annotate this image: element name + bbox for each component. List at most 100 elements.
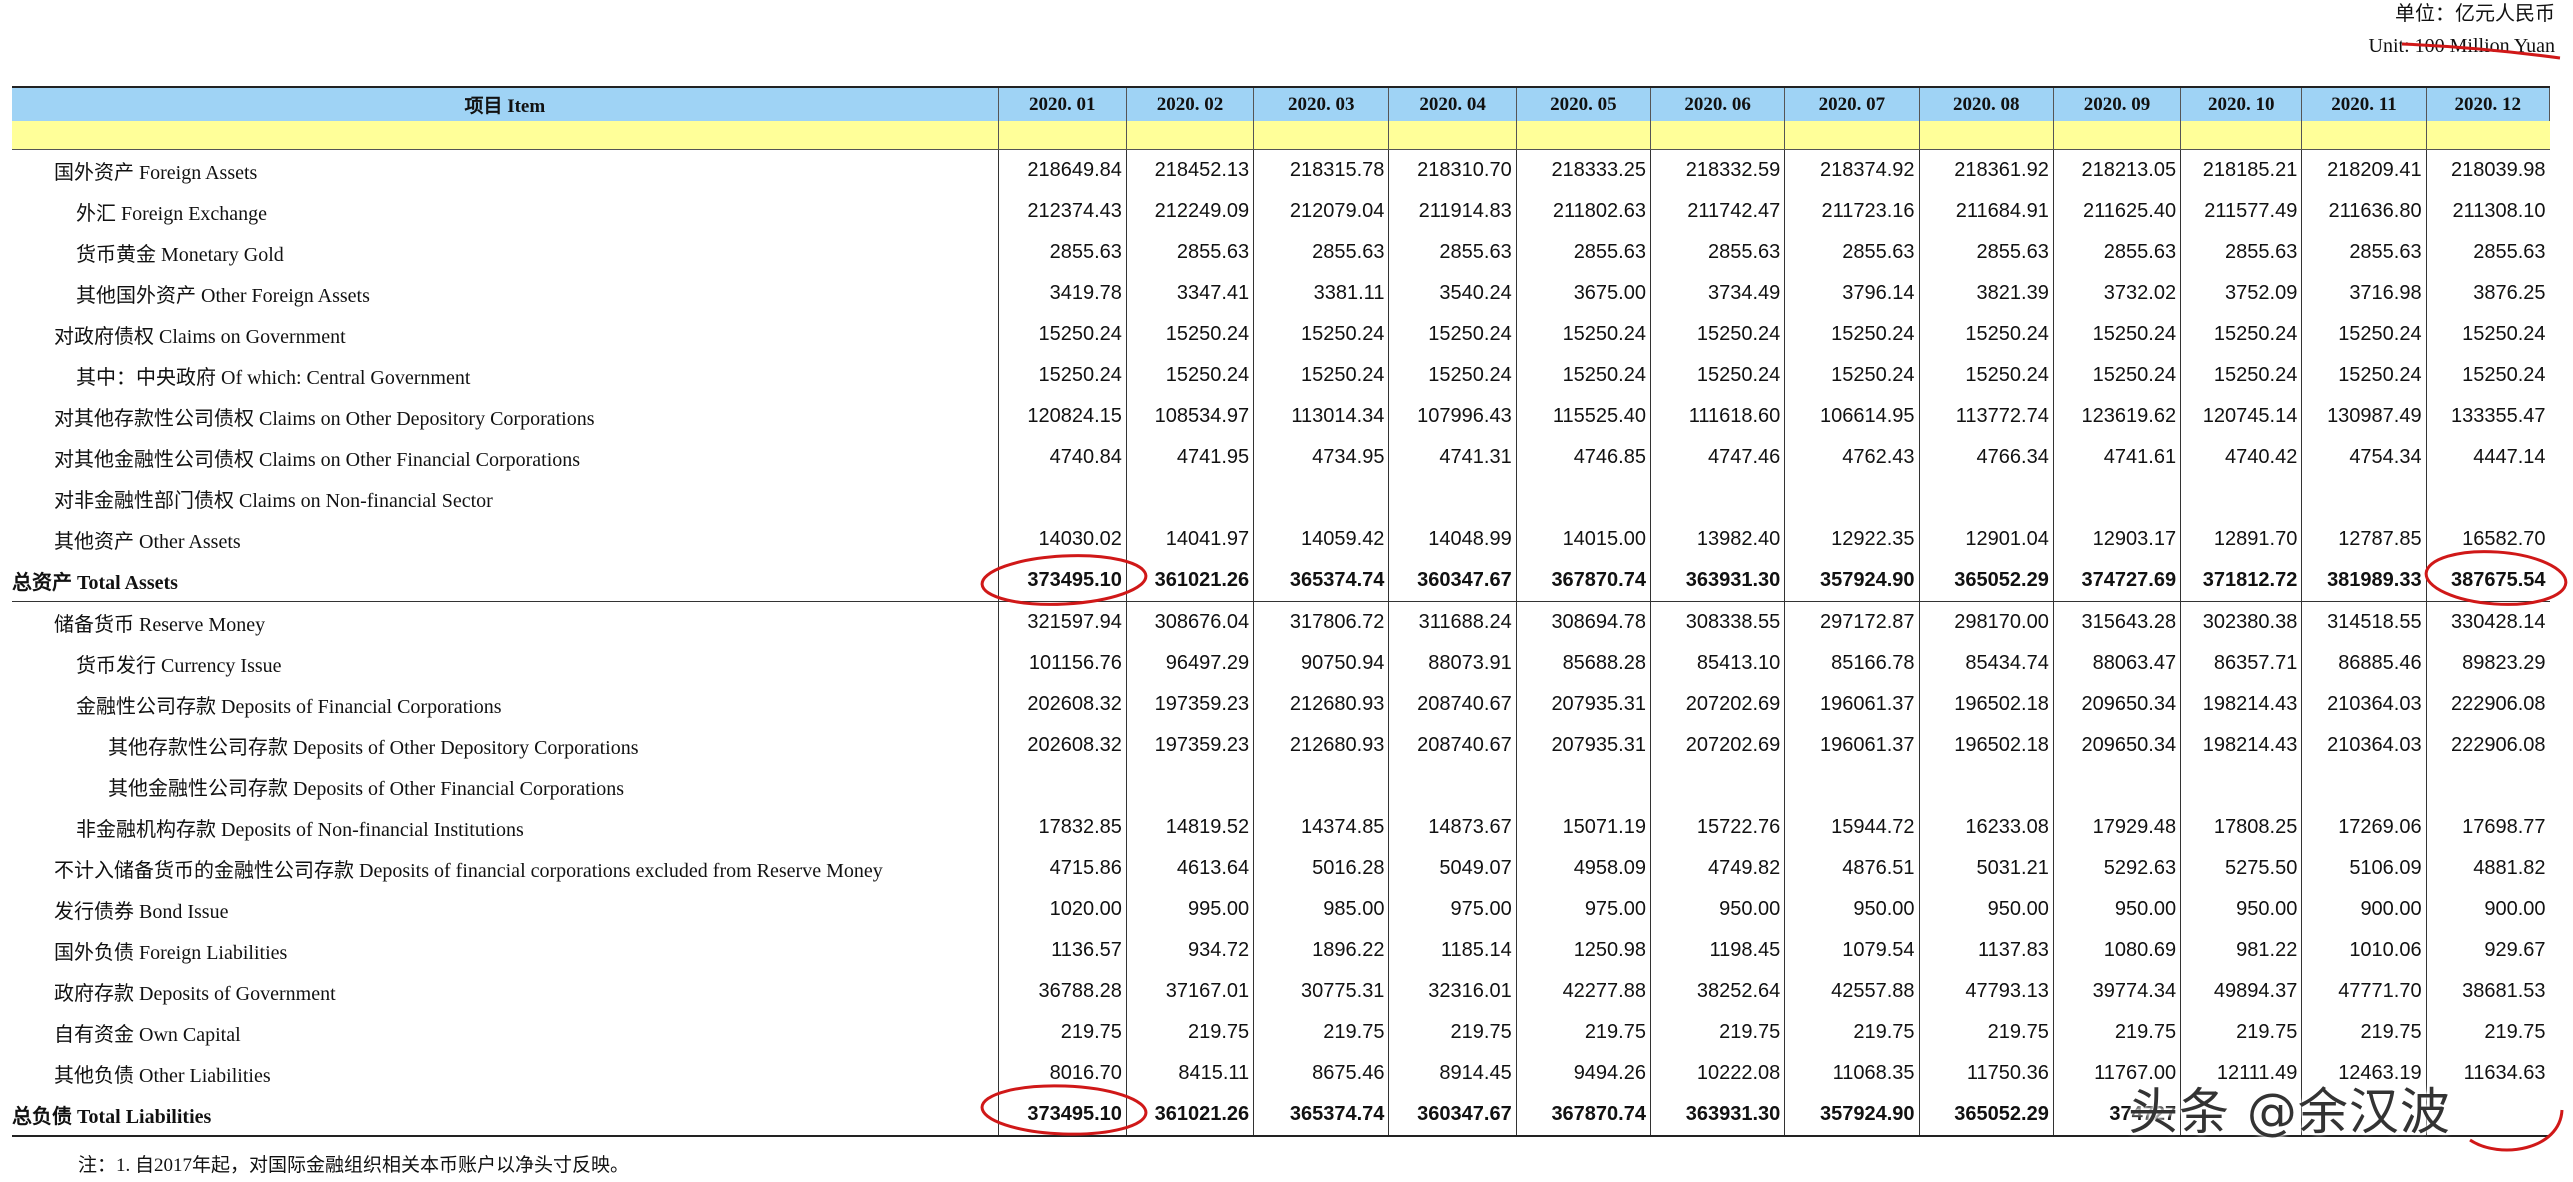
- value-cell: 16582.70: [2425, 519, 2550, 560]
- table-row: 金融性公司存款 Deposits of Financial Corporatio…: [12, 684, 2550, 725]
- item-column-header: 项目 Item: [12, 86, 999, 121]
- value-cell: 5049.07: [1388, 848, 1517, 889]
- value-cell: 2855.63: [1784, 232, 1920, 273]
- value-cell: 373495.10: [997, 1094, 1127, 1137]
- value-cell: 5275.50: [2180, 848, 2302, 889]
- value-cell: 4447.14: [2425, 437, 2550, 478]
- value-cell: 15250.24: [1515, 355, 1651, 396]
- spacer-cell: [1125, 121, 1254, 150]
- value-cell: 1080.69: [2052, 930, 2181, 971]
- month-header: 2020. 03: [1253, 86, 1390, 121]
- value-cell: 15250.24: [2180, 355, 2302, 396]
- value-cell: 14041.97: [1125, 519, 1254, 560]
- value-cell: 5292.63: [2052, 848, 2181, 889]
- value-cell: [2180, 478, 2302, 519]
- total-row: 总资产 Total Assets 373495.10 361021.26 365374…: [12, 560, 2550, 602]
- value-cell: 222906.08: [2425, 725, 2550, 766]
- value-cell: [2180, 766, 2302, 807]
- table-row: 政府存款 Deposits of Government 36788.28 37167…: [12, 971, 2550, 1012]
- value-cell: 207202.69: [1649, 725, 1785, 766]
- value-cell: 219.75: [2301, 1012, 2427, 1053]
- value-cell: 3752.09: [2180, 273, 2302, 314]
- unit-en: Unit: 100 Million Yuan: [2368, 35, 2555, 57]
- row-label: 其中：中央政府 Of which: Central Government: [76, 367, 471, 389]
- spacer-cell: [1649, 121, 1785, 150]
- spacer-cell: [2052, 121, 2181, 150]
- table-row: 对政府债权 Claims on Government 15250.24 15250.…: [12, 314, 2550, 355]
- value-cell: 4715.86: [997, 848, 1127, 889]
- value-cell: 210364.03: [2301, 684, 2427, 725]
- value-cell: [1918, 478, 2054, 519]
- value-cell: 12787.85: [2301, 519, 2427, 560]
- value-cell: 3734.49: [1649, 273, 1785, 314]
- month-header: 2020. 09: [2052, 86, 2182, 121]
- value-cell: 210364.03: [2301, 725, 2427, 766]
- value-cell: 96497.29: [1125, 643, 1254, 684]
- value-cell: 85413.10: [1649, 643, 1785, 684]
- value-cell: 14873.67: [1388, 807, 1517, 848]
- table-row: 其他资产 Other Assets 14030.02 14041.97 14059.4…: [12, 519, 2550, 560]
- row-label: 非金融机构存款 Deposits of Non-financial Instit…: [76, 819, 524, 841]
- value-cell: 1250.98: [1515, 930, 1651, 971]
- value-cell: 38252.64: [1649, 971, 1785, 1012]
- row-label: 其他国外资产 Other Foreign Assets: [76, 285, 370, 307]
- value-cell: 308694.78: [1515, 601, 1651, 643]
- value-cell: 2855.63: [1918, 232, 2054, 273]
- row-label: 对政府债权 Claims on Government: [54, 326, 346, 348]
- value-cell: [1125, 478, 1254, 519]
- value-cell: 202608.32: [997, 684, 1127, 725]
- value-cell: [2052, 766, 2181, 807]
- value-cell: 14048.99: [1388, 519, 1517, 560]
- value-cell: 133355.47: [2425, 396, 2550, 437]
- month-header: 2020. 12: [2425, 86, 2551, 121]
- value-cell: 934.72: [1125, 930, 1254, 971]
- value-cell: 13982.40: [1649, 519, 1785, 560]
- value-cell: 42277.88: [1515, 971, 1651, 1012]
- value-cell: 5031.21: [1918, 848, 2054, 889]
- value-cell: 219.75: [1125, 1012, 1254, 1053]
- month-header: 2020. 10: [2180, 86, 2303, 121]
- row-label: 其他资产 Other Assets: [54, 531, 241, 553]
- value-cell: 1185.14: [1388, 930, 1517, 971]
- row-label: 其他负债 Other Liabilities: [54, 1065, 271, 1087]
- value-cell: 900.00: [2301, 889, 2427, 930]
- value-cell: 219.75: [1253, 1012, 1389, 1053]
- value-cell: 1137.83: [1918, 930, 2054, 971]
- value-cell: 218374.92: [1784, 149, 1920, 191]
- value-cell: [1388, 478, 1517, 519]
- value-cell: [1918, 766, 2054, 807]
- value-cell: 15250.24: [1649, 314, 1785, 355]
- value-cell: 123619.62: [2052, 396, 2181, 437]
- value-cell: 88063.47: [2052, 643, 2181, 684]
- value-cell: 196502.18: [1918, 684, 2054, 725]
- value-cell: 4876.51: [1784, 848, 1920, 889]
- value-cell: 211802.63: [1515, 191, 1651, 232]
- value-cell: 3381.11: [1253, 273, 1389, 314]
- table-row: 不计入储备货币的金融性公司存款 Deposits of financial co…: [12, 848, 2550, 889]
- value-cell: 3876.25: [2425, 273, 2550, 314]
- value-cell: 15250.24: [1918, 314, 2054, 355]
- value-cell: 4613.64: [1125, 848, 1254, 889]
- value-cell: 15250.24: [1515, 314, 1651, 355]
- value-cell: 15250.24: [2052, 355, 2181, 396]
- value-cell: [1125, 766, 1254, 807]
- value-cell: 361021.26: [1125, 560, 1254, 602]
- value-cell: 15250.24: [1784, 355, 1920, 396]
- table-row: 其他金融性公司存款 Deposits of Other Financial Co…: [12, 766, 2550, 807]
- value-cell: 361021.26: [1125, 1094, 1254, 1137]
- value-cell: 15250.24: [1125, 355, 1254, 396]
- value-cell: 36788.28: [997, 971, 1127, 1012]
- value-cell: 2855.63: [1388, 232, 1517, 273]
- value-cell: 218039.98: [2425, 149, 2550, 191]
- value-cell: 298170.00: [1918, 601, 2054, 643]
- value-cell: 88073.91: [1388, 643, 1517, 684]
- value-cell: 2855.63: [1125, 232, 1254, 273]
- value-cell: 302380.38: [2180, 601, 2302, 643]
- value-cell: 5106.09: [2301, 848, 2427, 889]
- value-cell: 207935.31: [1515, 725, 1651, 766]
- value-cell: 222906.08: [2425, 684, 2550, 725]
- unit-label: 单位：亿元人民币 Unit: 100 Million Yuan: [2369, 0, 2555, 62]
- value-cell: 1020.00: [997, 889, 1127, 930]
- value-cell: 12891.70: [2180, 519, 2302, 560]
- value-cell: 197359.23: [1125, 725, 1254, 766]
